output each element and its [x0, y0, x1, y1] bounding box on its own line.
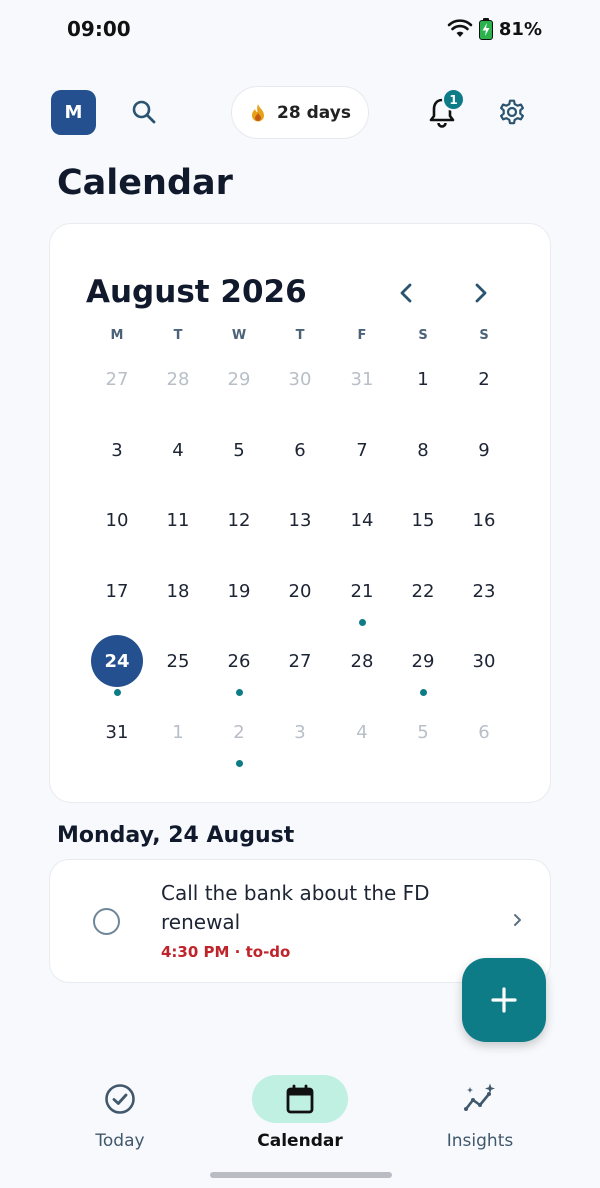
calendar-card: August 2026 MTWTFSS 27 28 29 30 31 1 2 3 4 5 6 7 8 9 1… — [49, 223, 551, 803]
calendar-day[interactable]: 26 — [213, 635, 265, 687]
task-meta: 4:30 PM · to-do — [161, 943, 291, 961]
calendar-day[interactable]: 5 — [397, 706, 449, 758]
weekday-label: T — [295, 328, 305, 343]
bottom-navigation: Today Calendar Insights — [0, 1065, 600, 1188]
page-title: Calendar — [57, 163, 233, 203]
status-icons: 81% — [447, 18, 542, 40]
calendar-icon — [286, 1084, 314, 1114]
calendar-day[interactable]: 21 — [336, 565, 388, 617]
gear-icon[interactable] — [498, 98, 526, 126]
calendar-day[interactable]: 1 — [397, 353, 449, 405]
nav-insights-label: Insights — [446, 1131, 514, 1151]
calendar-day[interactable]: 30 — [274, 353, 326, 405]
calendar-day[interactable]: 27 — [274, 635, 326, 687]
calendar-day[interactable]: 25 — [152, 635, 204, 687]
status-bar: 09:00 81% — [0, 0, 600, 58]
battery-charging-icon — [478, 18, 493, 40]
event-indicator-dot — [235, 760, 243, 767]
weekday-label: M — [110, 328, 124, 343]
calendar-day[interactable]: 31 — [91, 706, 143, 758]
calendar-day[interactable]: 18 — [152, 565, 204, 617]
calendar-day[interactable]: 28 — [152, 353, 204, 405]
calendar-day[interactable]: 17 — [91, 565, 143, 617]
calendar-day[interactable]: 9 — [458, 424, 510, 476]
calendar-day[interactable]: 22 — [397, 565, 449, 617]
avatar-initial: M — [64, 102, 83, 123]
calendar-day[interactable]: 7 — [336, 424, 388, 476]
calendar-day[interactable]: 27 — [91, 353, 143, 405]
calendar-day[interactable]: 28 — [336, 635, 388, 687]
chevron-right-icon[interactable] — [510, 912, 526, 928]
search-icon[interactable] — [130, 98, 158, 126]
calendar-day[interactable]: 15 — [397, 494, 449, 546]
notification-badge: 1 — [442, 88, 465, 111]
selected-date-heading: Monday, 24 August — [57, 823, 295, 848]
calendar-day[interactable]: 13 — [274, 494, 326, 546]
battery-percentage: 81% — [498, 18, 542, 40]
calendar-day[interactable]: 29 — [213, 353, 265, 405]
calendar-day[interactable]: 16 — [458, 494, 510, 546]
event-indicator-dot — [419, 689, 427, 696]
nav-today[interactable]: Today — [50, 1065, 190, 1151]
weekday-label: S — [479, 328, 489, 343]
nav-calendar-label: Calendar — [257, 1131, 343, 1151]
nav-today-label: Today — [95, 1131, 145, 1151]
chevron-right-icon[interactable] — [468, 281, 492, 305]
status-time: 09:00 — [67, 17, 131, 41]
weekday-label: F — [357, 328, 367, 343]
avatar[interactable]: M — [51, 90, 96, 135]
calendar-day[interactable]: 20 — [274, 565, 326, 617]
wifi-icon — [447, 19, 473, 37]
calendar-day[interactable]: 19 — [213, 565, 265, 617]
calendar-day[interactable]: 30 — [458, 635, 510, 687]
streak-text: 28 days — [277, 102, 351, 123]
event-indicator-dot — [113, 689, 121, 696]
calendar-day[interactable]: 14 — [336, 494, 388, 546]
calendar-day[interactable]: 12 — [213, 494, 265, 546]
add-button[interactable] — [462, 958, 546, 1042]
calendar-day[interactable]: 10 — [91, 494, 143, 546]
flame-icon — [252, 103, 265, 121]
event-indicator-dot — [235, 689, 243, 696]
weekday-label: W — [231, 328, 247, 343]
calendar-day[interactable]: 8 — [397, 424, 449, 476]
calendar-day[interactable]: 6 — [458, 706, 510, 758]
calendar-day-selected[interactable]: 24 — [91, 635, 143, 687]
calendar-day[interactable]: 11 — [152, 494, 204, 546]
insights-sparkle-icon — [464, 1083, 495, 1111]
calendar-day[interactable]: 6 — [274, 424, 326, 476]
calendar-day[interactable]: 31 — [336, 353, 388, 405]
calendar-day[interactable]: 29 — [397, 635, 449, 687]
calendar-day[interactable]: 23 — [458, 565, 510, 617]
calendar-day[interactable]: 2 — [458, 353, 510, 405]
calendar-day[interactable]: 4 — [336, 706, 388, 758]
calendar-day[interactable]: 3 — [274, 706, 326, 758]
calendar-day[interactable]: 2 — [213, 706, 265, 758]
month-label: August 2026 — [86, 274, 307, 310]
plus-icon — [491, 987, 517, 1013]
home-indicator[interactable] — [210, 1172, 392, 1178]
task-title: Call the bank about the FD renewal — [161, 881, 430, 934]
calendar-day[interactable]: 3 — [91, 424, 143, 476]
event-indicator-dot — [358, 619, 366, 626]
calendar-day[interactable]: 1 — [152, 706, 204, 758]
chevron-left-icon[interactable] — [395, 281, 419, 305]
task-checkbox[interactable] — [93, 908, 120, 935]
calendar-day[interactable]: 4 — [152, 424, 204, 476]
nav-calendar[interactable]: Calendar — [230, 1065, 370, 1151]
check-circle-icon — [105, 1084, 135, 1114]
nav-insights[interactable]: Insights — [410, 1065, 550, 1151]
streak-badge[interactable]: 28 days — [231, 86, 369, 139]
weekday-label: S — [418, 328, 428, 343]
weekday-label: T — [173, 328, 183, 343]
calendar-day[interactable]: 5 — [213, 424, 265, 476]
